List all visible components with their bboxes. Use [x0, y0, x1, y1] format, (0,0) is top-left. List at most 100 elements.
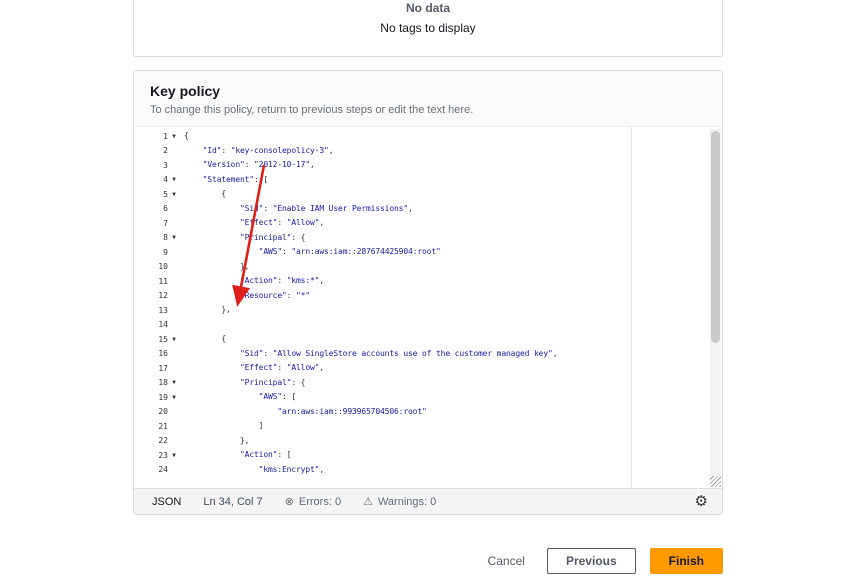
line-number: 12: [158, 291, 168, 300]
line-number: 3: [163, 161, 168, 170]
code-line[interactable]: },: [180, 434, 708, 449]
gutter-line: 6: [134, 202, 180, 217]
gutter: 1▼234▼5▼678▼9101112131415▼161718▼19▼2021…: [134, 129, 180, 477]
fold-arrow-icon[interactable]: ▼: [168, 379, 180, 386]
code-line[interactable]: "Sid": "Allow SingleStore accounts use o…: [180, 347, 708, 362]
code-line[interactable]: "Principal": {: [180, 231, 708, 246]
gutter-line: 16: [134, 347, 180, 362]
errors-label: Errors: 0: [299, 496, 341, 508]
settings-gear-icon[interactable]: ⚙: [695, 494, 708, 509]
code-line[interactable]: },: [180, 260, 708, 275]
fold-arrow-icon[interactable]: ▼: [168, 452, 180, 459]
gutter-line: 17: [134, 361, 180, 376]
code-line[interactable]: "Id": "key-consolepolicy-3",: [180, 144, 708, 159]
fold-arrow-icon[interactable]: ▼: [168, 394, 180, 401]
gutter-line: 2: [134, 144, 180, 159]
line-number: 16: [158, 349, 168, 358]
code-line[interactable]: ]: [180, 419, 708, 434]
policy-code-editor[interactable]: 1▼234▼5▼678▼9101112131415▼161718▼19▼2021…: [134, 127, 722, 488]
key-policy-header: Key policy To change this policy, return…: [134, 71, 722, 127]
code-line[interactable]: "Action": "kms:*",: [180, 274, 708, 289]
editor-statusbar: JSON Ln 34, Col 7 ⊗ Errors: 0 ⚠ Warnings…: [134, 488, 722, 514]
code-line[interactable]: "Effect": "Allow",: [180, 361, 708, 376]
fold-arrow-icon[interactable]: ▼: [168, 176, 180, 183]
gutter-line: 10: [134, 260, 180, 275]
gutter-line: 23▼: [134, 448, 180, 463]
line-number: 13: [158, 306, 168, 315]
line-number: 9: [163, 248, 168, 257]
code-line[interactable]: "Version": "2012-10-17",: [180, 158, 708, 173]
gutter-line: 24: [134, 463, 180, 478]
editor-scrollbar[interactable]: [710, 129, 721, 476]
resize-handle-icon[interactable]: [710, 476, 721, 487]
line-number: 2: [163, 146, 168, 155]
code-line[interactable]: {: [180, 129, 708, 144]
line-number: 18: [158, 378, 168, 387]
code-line[interactable]: "Effect": "Allow",: [180, 216, 708, 231]
cursor-position: Ln 34, Col 7: [203, 496, 262, 508]
code-line[interactable]: "arn:aws:iam::993965704506:root": [180, 405, 708, 420]
gutter-line: 9: [134, 245, 180, 260]
code-line[interactable]: {: [180, 332, 708, 347]
gutter-line: 14: [134, 318, 180, 333]
gutter-line: 22: [134, 434, 180, 449]
code-line[interactable]: "Action": [: [180, 448, 708, 463]
finish-button[interactable]: Finish: [650, 548, 723, 574]
code-line[interactable]: "kms:Encrypt",: [180, 463, 708, 478]
warning-triangle-icon: ⚠: [363, 495, 373, 508]
code-line[interactable]: "Principal": {: [180, 376, 708, 391]
code-line[interactable]: "Sid": "Enable IAM User Permissions",: [180, 202, 708, 217]
gutter-line: 8▼: [134, 231, 180, 246]
errors-status: ⊗ Errors: 0: [285, 495, 341, 508]
fold-arrow-icon[interactable]: ▼: [168, 234, 180, 241]
gutter-line: 3: [134, 158, 180, 173]
gutter-line: 15▼: [134, 332, 180, 347]
warnings-status: ⚠ Warnings: 0: [363, 495, 436, 508]
line-number: 6: [163, 204, 168, 213]
gutter-line: 11: [134, 274, 180, 289]
line-number: 22: [158, 436, 168, 445]
line-number: 10: [158, 262, 168, 271]
fold-arrow-icon[interactable]: ▼: [168, 191, 180, 198]
no-tags-message: No tags to display: [134, 21, 722, 35]
previous-button[interactable]: Previous: [547, 548, 636, 574]
gutter-line: 4▼: [134, 173, 180, 188]
error-circle-icon: ⊗: [285, 495, 294, 508]
gutter-line: 7: [134, 216, 180, 231]
fold-arrow-icon[interactable]: ▼: [168, 336, 180, 343]
gutter-line: 21: [134, 419, 180, 434]
line-number: 19: [158, 393, 168, 402]
gutter-line: 13: [134, 303, 180, 318]
gutter-line: 20: [134, 405, 180, 420]
code-lines[interactable]: { "Id": "key-consolepolicy-3", "Version"…: [180, 129, 708, 477]
scrollbar-thumb[interactable]: [711, 131, 720, 343]
line-number: 23: [158, 451, 168, 460]
code-line[interactable]: "AWS": [: [180, 390, 708, 405]
code-line[interactable]: },: [180, 303, 708, 318]
code-line[interactable]: {: [180, 187, 708, 202]
line-number: 14: [158, 320, 168, 329]
fold-arrow-icon[interactable]: ▼: [168, 133, 180, 140]
print-margin-line: [631, 127, 632, 488]
no-data-title: No data: [134, 1, 722, 15]
gutter-line: 5▼: [134, 187, 180, 202]
warnings-label: Warnings: 0: [378, 496, 436, 508]
code-line[interactable]: "Resource": "*": [180, 289, 708, 304]
code-line[interactable]: [180, 318, 708, 333]
gutter-line: 18▼: [134, 376, 180, 391]
cancel-button[interactable]: Cancel: [480, 548, 533, 574]
wizard-footer: Cancel Previous Finish: [133, 548, 723, 574]
panel-subtitle: To change this policy, return to previou…: [150, 104, 706, 116]
line-number: 21: [158, 422, 168, 431]
code-line[interactable]: "AWS": "arn:aws:iam::287674425904:root": [180, 245, 708, 260]
code-line[interactable]: "Statement": [: [180, 173, 708, 188]
language-label: JSON: [152, 496, 181, 508]
tags-empty-panel: No data No tags to display: [133, 0, 723, 57]
line-number: 11: [158, 277, 168, 286]
line-number: 24: [158, 465, 168, 474]
line-number: 15: [158, 335, 168, 344]
line-number: 17: [158, 364, 168, 373]
gutter-line: 12: [134, 289, 180, 304]
panel-title: Key policy: [150, 83, 706, 99]
line-number: 7: [163, 219, 168, 228]
